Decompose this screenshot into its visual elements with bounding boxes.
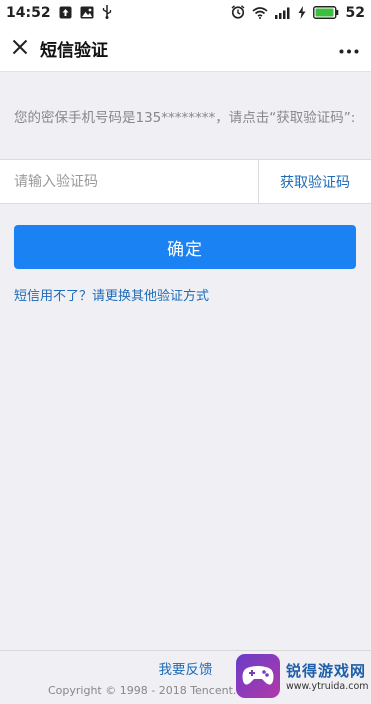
charging-icon	[298, 4, 306, 23]
watermark: 锐得游戏网 www.ytruida.com	[236, 650, 369, 702]
gamepad-logo-icon	[236, 654, 280, 698]
alarm-icon	[231, 4, 245, 23]
verification-code-row: 获取验证码	[0, 159, 371, 204]
status-time: 14:52	[6, 5, 51, 21]
alternate-verification-link[interactable]: 短信用不了？请更换其他验证方式	[14, 285, 209, 304]
confirm-button[interactable]: 确定	[14, 225, 356, 269]
page-title: 短信验证	[40, 41, 108, 61]
info-text: 您的密保手机号码是135********，请点击“获取验证码”:	[14, 110, 356, 126]
get-code-button[interactable]: 获取验证码	[258, 160, 371, 203]
upload-icon	[59, 4, 72, 23]
close-icon	[12, 39, 28, 59]
status-right-icons: 52	[231, 4, 365, 23]
watermark-url: www.ytruida.com	[286, 681, 369, 692]
image-icon	[80, 4, 94, 23]
watermark-text: 锐得游戏网 www.ytruida.com	[286, 660, 369, 692]
usb-icon	[102, 4, 112, 23]
verification-code-input[interactable]	[0, 160, 258, 203]
screen: 14:52 52 短信验证 您的密保手机号码是135********，请点击“获…	[0, 0, 371, 704]
more-icon	[339, 39, 359, 58]
header: 短信验证	[0, 26, 371, 72]
status-left-icons	[59, 4, 112, 23]
copyright-text: Copyright © 1998 - 2018 Tencent. Al	[48, 684, 251, 697]
status-bar: 14:52 52	[0, 0, 371, 26]
signal-icon	[274, 4, 291, 23]
watermark-name: 锐得游戏网	[286, 662, 367, 680]
wifi-icon	[251, 4, 268, 23]
battery-level: 52	[345, 5, 365, 21]
close-button[interactable]	[0, 26, 40, 72]
battery-icon	[312, 4, 339, 23]
feedback-link-label[interactable]: 我要反馈	[159, 662, 213, 678]
more-button[interactable]	[327, 26, 371, 72]
